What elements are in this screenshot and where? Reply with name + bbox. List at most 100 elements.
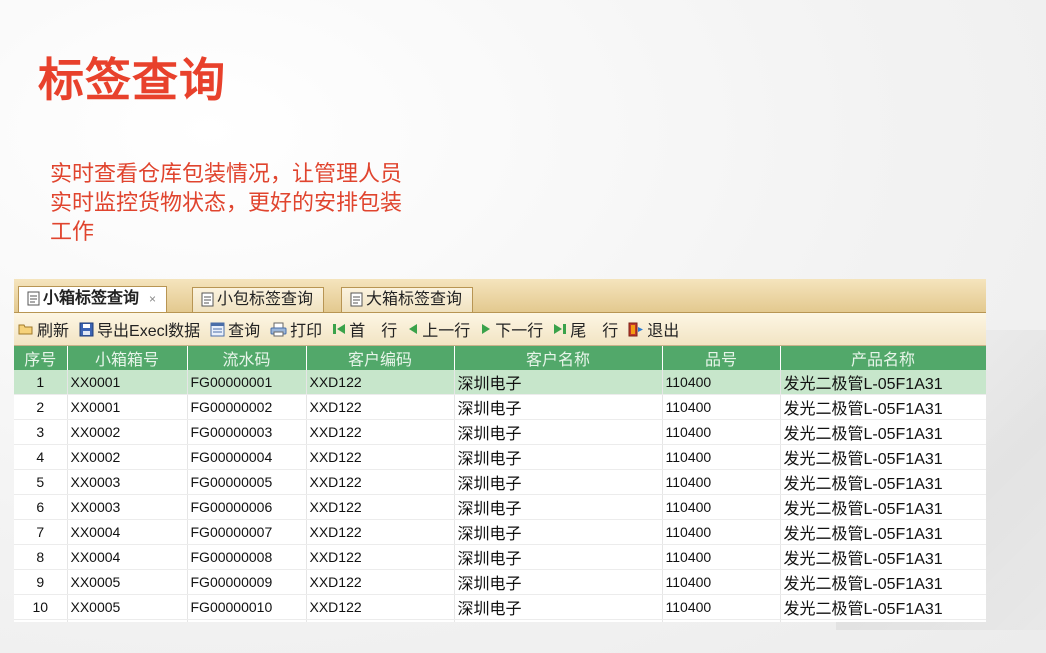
table-row[interactable]: 11XX0006FG00000011XXD122深圳电子110400发光二极管L… (14, 619, 986, 622)
table-cell: XX0001 (67, 370, 188, 395)
table-cell: XXD122 (306, 469, 455, 495)
table-cell: 9 (14, 569, 68, 595)
table-cell: XXD122 (306, 519, 455, 545)
table-cell: FG00000003 (187, 419, 307, 445)
app-window: 小箱标签查询 × 小包标签查询 大箱标签查询 刷新 导出Execl数据 查询 打印… (14, 279, 986, 622)
table-cell: 110400 (662, 619, 781, 622)
column-header-serial[interactable]: 流水码 (187, 346, 307, 370)
tab-big-box-label-query[interactable]: 大箱标签查询 (341, 287, 474, 312)
table-cell: 深圳电子 (454, 419, 663, 445)
table-row[interactable]: 9 XX0005 FG00000009 XXD122 深圳电子 110400 发光二极管L-… (14, 569, 986, 595)
column-header-product-name[interactable]: 产品名称 (780, 346, 986, 370)
table-cell: 深圳电子 (454, 519, 663, 545)
slide-description: 实时查看仓库包装情况，让管理人员 实时监控货物状态，更好的安排包装 工作 (50, 160, 510, 247)
table-cell: 3 (14, 419, 68, 445)
table-cell: XX0002 (67, 419, 188, 445)
previous-row-button[interactable]: 上一行 (407, 317, 470, 341)
table-row[interactable]: 3 XX0002 FG00000003 XXD122 深圳电子 110400 发光二极管L-… (14, 419, 986, 445)
query-button[interactable]: 查询 (210, 317, 260, 341)
table-cell: 发光二极管L-05F1A31 (780, 469, 986, 495)
previous-arrow-icon (409, 324, 418, 334)
table-cell: 10 (14, 594, 68, 620)
table-cell: XXD122 (306, 569, 455, 595)
table-cell: 深圳电子 (454, 370, 663, 395)
export-excel-button[interactable]: 导出Execl数据 (79, 317, 200, 341)
column-header-customer-name[interactable]: 客户名称 (454, 346, 663, 370)
table-row[interactable]: 7 XX0004 FG00000007 XXD122 深圳电子 110400 发光二极管L-… (14, 519, 986, 545)
table-cell: 发光二极管L-05F1A31 (780, 594, 986, 620)
table-cell: 发光二极管L-05F1A31 (780, 544, 986, 570)
column-header-box-no[interactable]: 小箱箱号 (67, 346, 188, 370)
table-cell: XX0001 (67, 394, 188, 420)
exit-door-icon (628, 322, 644, 336)
printer-icon (270, 322, 287, 336)
tab-label: 小箱标签查询 (43, 290, 140, 307)
table-row[interactable]: 10 XX0005 FG00000010 XXD122 深圳电子 110400 发光二极管L… (14, 594, 986, 620)
table-cell: XX0002 (67, 444, 188, 470)
table-cell: 5 (14, 469, 68, 495)
table-row[interactable]: 6 XX0003 FG00000006 XXD122 深圳电子 110400 发光二极管L-… (14, 494, 986, 520)
table-cell: 深圳电子 (454, 544, 663, 570)
table-cell: XXD122 (306, 444, 455, 470)
table-cell: 深圳电子 (454, 494, 663, 520)
description-line: 实时查看仓库包装情况，让管理人员 (50, 162, 403, 187)
exit-button[interactable]: 退出 (628, 317, 679, 341)
table-cell: XX0006 (67, 619, 188, 622)
query-window-icon (210, 322, 225, 336)
tab-small-box-label-query[interactable]: 小箱标签查询 × (18, 286, 168, 312)
tab-label: 大箱标签查询 (366, 291, 463, 308)
table-cell: 发光二极管L-05F1A31 (780, 444, 986, 470)
table-cell: 110400 (662, 469, 781, 495)
table-row[interactable]: 2 XX0001 FG00000002 XXD122 深圳电子 110400 发光二极管L-… (14, 394, 986, 420)
table-cell: 4 (14, 444, 68, 470)
column-header-customer-code[interactable]: 客户编码 (306, 346, 455, 370)
table-cell: FG00000011 (187, 619, 307, 622)
table-cell: XXD122 (306, 594, 455, 620)
table-row[interactable]: 4 XX0002 FG00000004 XXD122 深圳电子 110400 发光二极管L-… (14, 444, 986, 470)
refresh-button[interactable]: 刷新 (18, 317, 69, 341)
column-header-item-no[interactable]: 品号 (662, 346, 781, 370)
tab-bar: 小箱标签查询 × 小包标签查询 大箱标签查询 (14, 279, 986, 313)
table-cell: 2 (14, 394, 68, 420)
tab-close-icon[interactable]: × (149, 292, 156, 306)
last-row-button[interactable]: 尾 行 (553, 317, 618, 341)
table-cell: 8 (14, 544, 68, 570)
tab-small-pack-label-query[interactable]: 小包标签查询 (192, 287, 325, 312)
folder-refresh-icon (18, 324, 33, 335)
table-cell: XXD122 (306, 619, 455, 622)
table-cell: 发光二极管L-05F1A31 (780, 494, 986, 520)
table-row[interactable]: 1 XX0001 FG00000001 XXD122 深圳电子 110400 发光二极管L-… (14, 370, 986, 395)
table-cell: XX0003 (67, 494, 188, 520)
first-row-button[interactable]: 首 行 (332, 317, 397, 341)
table-header-row: 序号 小箱箱号 流水码 客户编码 客户名称 品号 产品名称 (14, 346, 986, 370)
table-cell: FG00000006 (187, 494, 307, 520)
table-cell: FG00000007 (187, 519, 307, 545)
table-cell: 发光二极管L-05F1A31 (780, 370, 986, 395)
table-cell: 发光二极管L-05F1A31 (780, 394, 986, 420)
save-icon (79, 322, 94, 336)
table-cell: 11 (14, 619, 68, 622)
table-cell: XXD122 (306, 394, 455, 420)
table-cell: 发光二极管L-05F1A31 (780, 419, 986, 445)
table-cell: FG00000005 (187, 469, 307, 495)
table-cell: 6 (14, 494, 68, 520)
table-cell: 深圳电子 (454, 569, 663, 595)
table-cell: 深圳电子 (454, 469, 663, 495)
document-icon (350, 292, 363, 307)
table-row[interactable]: 5 XX0003 FG00000005 XXD122 深圳电子 110400 发光二极管L-… (14, 469, 986, 495)
table-cell: 110400 (662, 444, 781, 470)
table-cell: 110400 (662, 394, 781, 420)
column-header-index[interactable]: 序号 (14, 346, 68, 370)
table-cell: 110400 (662, 494, 781, 520)
next-row-button[interactable]: 下一行 (480, 317, 543, 341)
table-row[interactable]: 8 XX0004 FG00000008 XXD122 深圳电子 110400 发光二极管L-… (14, 544, 986, 570)
table-cell: XX0005 (67, 569, 188, 595)
print-button[interactable]: 打印 (270, 317, 322, 341)
table-cell: FG00000008 (187, 544, 307, 570)
table-cell: 发光二极管L-05F1A31 (780, 619, 986, 622)
table-cell: 深圳电子 (454, 444, 663, 470)
slide-title: 标签查询 (38, 53, 226, 107)
table-cell: FG00000001 (187, 370, 307, 395)
table-cell: 发光二极管L-05F1A31 (780, 569, 986, 595)
table-cell: XXD122 (306, 370, 455, 395)
